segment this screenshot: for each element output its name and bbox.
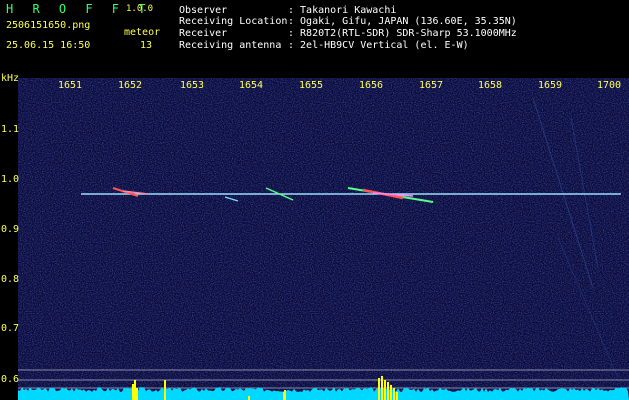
spectrum-peak [393, 388, 395, 400]
spectrum-peak [136, 388, 138, 400]
y-tick-label: 0.8 [1, 274, 20, 285]
spectrum-peak [132, 384, 134, 400]
y-tick-label: 0.7 [1, 323, 20, 334]
x-tick-label: 1651 [58, 80, 83, 91]
spectrum-peak [284, 390, 286, 400]
observer-label: Observer [179, 5, 228, 16]
y-tick-label: 1.0 [1, 174, 20, 185]
x-tick-label: 1659 [538, 80, 563, 91]
x-tick-label: 1658 [478, 80, 503, 91]
x-tick-label: 1657 [419, 80, 444, 91]
receiver-label: Receiver [179, 28, 228, 39]
spectrum-peak [387, 382, 389, 400]
unit-label: kHz [1, 73, 20, 84]
file-name: 2506151650.png [6, 20, 91, 31]
x-tick-label: 1653 [180, 80, 205, 91]
y-tick-label: 0.9 [1, 224, 20, 235]
receiver-value: : R820T2(RTL-SDR) SDR-Sharp 53.1000MHz [288, 28, 517, 39]
spectrum-peak [396, 392, 398, 400]
date-time: 25.06.15 16:50 [6, 40, 91, 51]
noise-texture [18, 78, 629, 400]
antenna-value: : 2el-HB9CV Vertical (el. E-W) [288, 40, 469, 51]
spectrum-peak [134, 380, 136, 400]
spectrum-peak [378, 378, 380, 400]
spectrogram [18, 78, 629, 400]
app-version: 1.0.0 [126, 4, 154, 14]
x-tick-label: 1656 [359, 80, 384, 91]
x-tick-label: 1652 [118, 80, 143, 91]
x-tick-label: 1700 [597, 80, 622, 91]
x-tick-label: 1654 [239, 80, 264, 91]
spectrum-peak [384, 380, 386, 400]
hrofft-window: { "app": { "name": "H R O F F T", "versi… [0, 0, 629, 400]
location-value: : Ogaki, Gifu, JAPAN (136.60E, 35.35N) [288, 16, 517, 27]
antenna-label: Receiving antenna [179, 40, 282, 51]
spectrum-peak [390, 385, 392, 400]
y-tick-label: 1.1 [1, 124, 20, 135]
observer-value: : Takanori Kawachi [288, 5, 397, 16]
spectrum-peak [164, 380, 166, 400]
location-label: Receiving Location [179, 16, 288, 27]
x-tick-label: 1655 [299, 80, 324, 91]
meteor-count: 13 [140, 40, 153, 51]
spectrum-peak [248, 396, 250, 400]
spectrum-peak [381, 376, 383, 400]
meteor-label: meteor [124, 27, 161, 38]
y-tick-label: 0.6 [1, 374, 20, 385]
